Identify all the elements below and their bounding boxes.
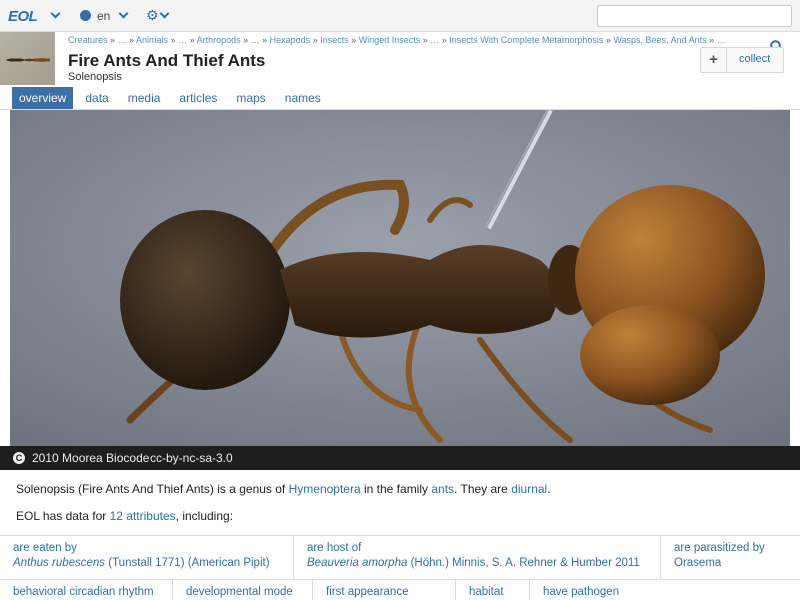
- gear-icon[interactable]: ⚙: [146, 8, 159, 22]
- hero-image[interactable]: [10, 110, 790, 446]
- globe-icon[interactable]: [80, 10, 91, 21]
- tab-names[interactable]: names: [278, 87, 328, 109]
- collect-label: collect: [739, 53, 771, 65]
- breadcrumb-item[interactable]: Animals: [136, 35, 168, 45]
- taxon-thumbnail[interactable]: [0, 32, 55, 85]
- language-selector[interactable]: en: [97, 9, 110, 23]
- breadcrumb-separator: »: [420, 35, 431, 45]
- breadcrumb-item[interactable]: …: [430, 35, 439, 45]
- breadcrumb-separator: »: [706, 35, 717, 45]
- breadcrumb-item[interactable]: Wasps, Bees, And Ants: [613, 35, 706, 45]
- breadcrumb-separator: »: [240, 35, 251, 45]
- breadcrumb-item[interactable]: Insects With Complete Metamorphosis: [449, 35, 603, 45]
- breadcrumb-separator: »: [348, 35, 359, 45]
- breadcrumb-separator: »: [259, 35, 270, 45]
- eol-logo[interactable]: EOL: [8, 8, 38, 25]
- attribute-predicate: are eaten by: [13, 542, 77, 554]
- image-owner: 2010 Moorea Biocode: [32, 451, 150, 465]
- breadcrumb-item[interactable]: Arthropods: [197, 35, 241, 45]
- breadcrumb-item[interactable]: …: [251, 35, 260, 45]
- collect-button[interactable]: + collect: [700, 47, 784, 73]
- link-attributes[interactable]: 12 attributes: [110, 509, 176, 523]
- breadcrumb-separator: »: [168, 35, 179, 45]
- attribute-cell[interactable]: are host of Beauveria amorpha (Höhn.) Mi…: [294, 536, 661, 579]
- link-ants[interactable]: ants: [431, 482, 454, 496]
- breadcrumb-separator: »: [310, 35, 321, 45]
- breadcrumb-item[interactable]: …: [178, 35, 187, 45]
- attribute-cell[interactable]: habitat: [456, 580, 530, 600]
- attribute-cell[interactable]: are parasitized by Orasema: [661, 536, 800, 579]
- tab-overview[interactable]: overview: [12, 87, 74, 109]
- tab-maps[interactable]: maps: [229, 87, 272, 109]
- taxon-summary: Solenopsis (Fire Ants And Thief Ants) is…: [16, 482, 551, 496]
- breadcrumb: Creatures » … » Animals » … » Arthropods…: [68, 35, 728, 45]
- attribute-predicate: are parasitized by: [674, 542, 765, 554]
- eol-data-summary: EOL has data for 12 attributes, includin…: [16, 509, 234, 523]
- chevron-down-icon[interactable]: [118, 8, 129, 19]
- search-input[interactable]: [597, 5, 792, 27]
- breadcrumb-item[interactable]: Winged Insects: [359, 35, 421, 45]
- breadcrumb-item[interactable]: …: [118, 35, 127, 45]
- breadcrumb-separator: »: [107, 35, 118, 45]
- breadcrumb-item[interactable]: Creatures: [68, 35, 108, 45]
- attribute-value: Orasema: [674, 557, 722, 569]
- attribute-cell[interactable]: behavioral circadian rhythm: [0, 580, 173, 600]
- attribute-cell[interactable]: developmental mode: [173, 580, 313, 600]
- tab-data[interactable]: data: [78, 87, 115, 109]
- attribute-predicate: are host of: [307, 542, 362, 554]
- chevron-down-icon[interactable]: [159, 8, 170, 19]
- breadcrumb-separator: »: [603, 35, 614, 45]
- image-caption-bar: C 2010 Moorea Biocode cc-by-nc-sa-3.0: [0, 446, 800, 470]
- link-hymenoptera[interactable]: Hymenoptera: [289, 482, 361, 496]
- breadcrumb-item[interactable]: Hexapods: [270, 35, 311, 45]
- attribute-value: Anthus rubescens (Tunstall 1771) (Americ…: [13, 557, 270, 569]
- attribute-cell[interactable]: are eaten by Anthus rubescens (Tunstall …: [0, 536, 294, 579]
- page-title: Fire Ants And Thief Ants: [68, 51, 266, 70]
- breadcrumb-separator: »: [187, 35, 197, 45]
- breadcrumb-separator: »: [439, 35, 450, 45]
- image-license[interactable]: cc-by-nc-sa-3.0: [150, 451, 233, 465]
- tab-bar: overview data media articles maps names: [12, 87, 333, 109]
- copyright-icon: C: [13, 452, 25, 464]
- chevron-down-icon[interactable]: [50, 8, 61, 19]
- top-bar: EOL en ⚙: [0, 0, 800, 32]
- plus-icon: +: [701, 48, 727, 72]
- attribute-cell[interactable]: have pathogen: [530, 580, 660, 600]
- attribute-cell[interactable]: first appearance: [313, 580, 456, 600]
- breadcrumb-separator: »: [726, 35, 728, 45]
- attribute-value: Beauveria amorpha (Höhn.) Minnis, S. A. …: [307, 557, 640, 569]
- page-subtitle: Solenopsis: [68, 71, 122, 83]
- breadcrumb-item[interactable]: Insects: [320, 35, 349, 45]
- link-diurnal[interactable]: diurnal: [511, 482, 547, 496]
- tab-articles[interactable]: articles: [172, 87, 224, 109]
- breadcrumb-separator: »: [126, 35, 137, 45]
- tab-media[interactable]: media: [121, 87, 168, 109]
- breadcrumb-item[interactable]: …: [717, 35, 726, 45]
